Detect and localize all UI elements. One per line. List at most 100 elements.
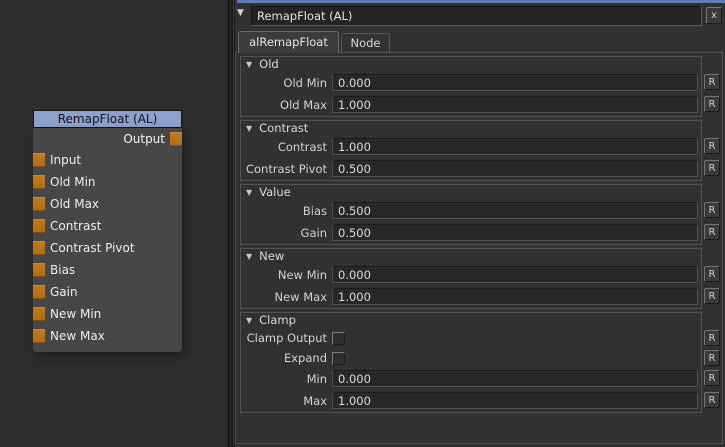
param-label: Expand: [241, 351, 327, 365]
reset-button[interactable]: R: [704, 288, 720, 304]
parameter-panel: ▼ x alRemapFloat Node ▼OldOld MinROld Ma…: [235, 0, 725, 447]
reset-button[interactable]: R: [704, 330, 720, 346]
param-row-clamp-output: Clamp OutputR: [241, 328, 701, 348]
collapse-triangle-icon: ▼: [246, 252, 252, 261]
input-port-label: Gain: [50, 285, 78, 299]
param-row-new-max: New MaxR: [241, 286, 701, 307]
reset-button[interactable]: R: [704, 160, 720, 176]
group-new: ▼NewNew MinRNew MaxR: [240, 248, 702, 309]
group-value: ▼ValueBiasRGainR: [240, 184, 702, 245]
param-row-expand: ExpandR: [241, 348, 701, 368]
param-label: New Max: [241, 290, 327, 304]
input-port-label: Contrast: [50, 219, 101, 233]
close-panel-button[interactable]: x: [706, 7, 722, 24]
reset-button[interactable]: R: [704, 392, 720, 408]
param-label: Min: [241, 372, 327, 386]
tab-alremapfloat[interactable]: alRemapFloat: [238, 31, 339, 53]
param-row-new-min: New MinR: [241, 264, 701, 285]
field-new-max[interactable]: [332, 288, 698, 305]
param-label: Gain: [241, 226, 327, 240]
node-title-bar[interactable]: RemapFloat (AL): [33, 110, 182, 128]
panel-accent-strip: [237, 0, 725, 3]
node-input-row-new-min: New Min: [33, 303, 182, 325]
reset-button[interactable]: R: [704, 138, 720, 154]
param-label: Max: [241, 394, 327, 408]
group-title: Value: [259, 185, 291, 199]
output-port-icon[interactable]: [170, 132, 182, 146]
param-label: Clamp Output: [241, 331, 327, 345]
group-title: Clamp: [259, 313, 296, 327]
field-bias[interactable]: [332, 202, 698, 219]
param-row-old-min: Old MinR: [241, 72, 701, 93]
node-input-row-old-max: Old Max: [33, 193, 182, 215]
input-port-icon-new-min[interactable]: [33, 307, 45, 321]
param-row-old-max: Old MaxR: [241, 94, 701, 115]
field-min[interactable]: [332, 370, 698, 387]
input-port-label: Input: [50, 153, 81, 167]
group-header-clamp[interactable]: ▼ Clamp: [241, 313, 701, 328]
reset-button[interactable]: R: [704, 370, 720, 386]
input-port-label: Old Min: [50, 175, 96, 189]
reset-button[interactable]: R: [704, 266, 720, 282]
input-port-icon-new-max[interactable]: [33, 329, 45, 343]
node-output-row: Output: [33, 130, 182, 149]
field-max[interactable]: [332, 392, 698, 409]
collapse-triangle-icon: ▼: [246, 316, 252, 325]
field-old-min[interactable]: [332, 74, 698, 91]
param-row-contrast-pivot: Contrast PivotR: [241, 158, 701, 179]
checkbox-clamp-output[interactable]: [332, 332, 345, 345]
input-port-icon-old-min[interactable]: [33, 175, 45, 189]
reset-button[interactable]: R: [704, 74, 720, 90]
node-name-input[interactable]: [251, 6, 702, 26]
reset-button[interactable]: R: [704, 350, 720, 366]
group-header-new[interactable]: ▼New: [241, 249, 701, 264]
group-old: ▼OldOld MinROld MaxR: [240, 56, 702, 117]
input-port-icon-old-max[interactable]: [33, 197, 45, 211]
param-row-gain: GainR: [241, 222, 701, 243]
node-input-ports: Input Old Min Old Max Contrast Contrast Pivo…: [33, 149, 182, 347]
param-label: Contrast Pivot: [241, 162, 327, 176]
node-graph-canvas[interactable]: RemapFloat (AL) Output Input Old Min Old M…: [0, 0, 227, 447]
collapse-triangle-icon: ▼: [246, 188, 252, 197]
param-label: Contrast: [241, 140, 327, 154]
app-root: { "colors":{ "accent_blue":"#5b7dbb", "n…: [0, 0, 725, 447]
param-row-min: MinR: [241, 368, 701, 389]
field-old-max[interactable]: [332, 96, 698, 113]
input-port-icon-contrast-pivot[interactable]: [33, 241, 45, 255]
group-clamp: ▼ ClampClamp OutputRExpandRMinRMaxR: [240, 312, 702, 413]
parameters-container: ▼OldOld MinROld MaxR▼ContrastContrastRCo…: [235, 52, 723, 444]
group-header-value[interactable]: ▼ Value: [241, 185, 701, 200]
param-label: New Min: [241, 268, 327, 282]
param-row-contrast: ContrastR: [241, 136, 701, 157]
param-row-max: MaxR: [241, 390, 701, 411]
node-body: Output Input Old Min Old Max Contrast Contra…: [33, 128, 182, 352]
checkbox-expand[interactable]: [332, 352, 345, 365]
input-port-icon-contrast[interactable]: [33, 219, 45, 233]
input-port-icon-input[interactable]: [33, 153, 45, 167]
node-input-row-old-min: Old Min: [33, 171, 182, 193]
group-contrast: ▼ContrastContrastRContrast PivotR: [240, 120, 702, 181]
field-new-min[interactable]: [332, 266, 698, 283]
node-input-row-new-max: New Max: [33, 325, 182, 347]
field-gain[interactable]: [332, 224, 698, 241]
reset-button[interactable]: R: [704, 202, 720, 218]
reset-button[interactable]: R: [704, 224, 720, 240]
field-contrast-pivot[interactable]: [332, 160, 698, 177]
field-contrast[interactable]: [332, 138, 698, 155]
panel-collapse-triangle-icon[interactable]: ▼: [237, 8, 244, 18]
tab-node[interactable]: Node: [341, 33, 390, 53]
group-title: Contrast: [259, 121, 308, 135]
node-input-row-input: Input: [33, 149, 182, 171]
input-port-label: Bias: [50, 263, 75, 277]
group-header-contrast[interactable]: ▼Contrast: [241, 121, 701, 136]
output-port-label: Output: [123, 132, 165, 146]
reset-button[interactable]: R: [704, 96, 720, 112]
input-port-icon-gain[interactable]: [33, 285, 45, 299]
node-input-row-contrast: Contrast: [33, 215, 182, 237]
panel-splitter[interactable]: [227, 0, 235, 447]
group-header-old[interactable]: ▼Old: [241, 57, 701, 72]
parameter-groups: ▼OldOld MinROld MaxR▼ContrastContrastRCo…: [236, 56, 722, 413]
remapfloat-node[interactable]: RemapFloat (AL) Output Input Old Min Old M…: [33, 110, 182, 352]
input-port-icon-bias[interactable]: [33, 263, 45, 277]
input-port-label: Contrast Pivot: [50, 241, 135, 255]
